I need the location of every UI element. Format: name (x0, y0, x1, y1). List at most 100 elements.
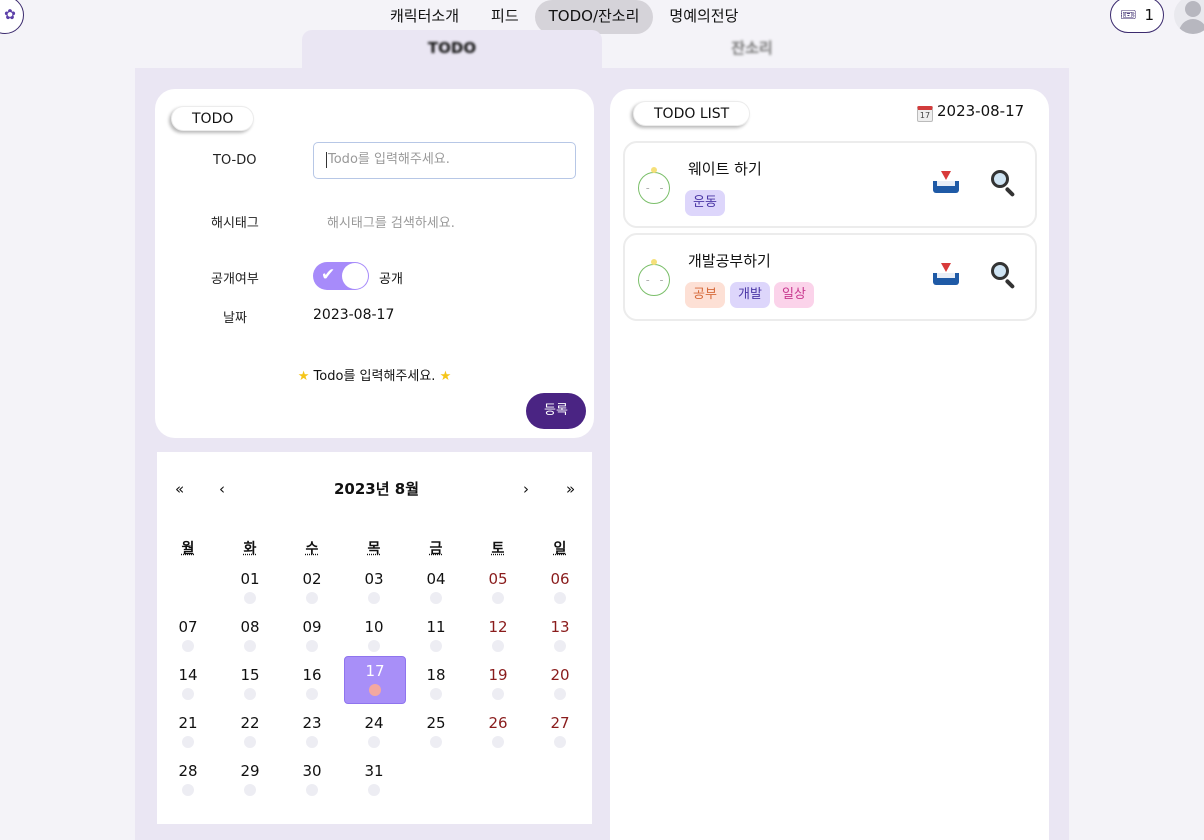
calendar-day[interactable]: 18 (405, 661, 467, 707)
calendar-weekday: 목 (367, 541, 381, 557)
logo-button[interactable]: ✿ (0, 0, 24, 34)
register-button[interactable]: 등록 (526, 393, 586, 429)
calendar-day-dot (182, 736, 194, 748)
calendar-day[interactable]: 04 (405, 565, 467, 611)
calendar-next-month-button[interactable]: › (523, 480, 529, 498)
nav-item-hall-of-fame[interactable]: 명예의전당 (653, 0, 754, 34)
calendar-day[interactable]: 31 (343, 757, 405, 803)
tab-todo[interactable]: TODO (302, 30, 602, 70)
calendar-day[interactable]: 25 (405, 709, 467, 755)
calendar-next-year-button[interactable]: » (566, 480, 575, 498)
calendar-day-dot (430, 592, 442, 604)
todo-item[interactable]: – – 개발공부하기 공부 개발 일상 (623, 233, 1037, 321)
calendar-day[interactable]: 26 (467, 709, 529, 755)
calendar-day[interactable]: 12 (467, 613, 529, 659)
avatar-body-shape (1179, 19, 1204, 34)
hashtag-badge: 운동 (685, 190, 725, 216)
calendar-day[interactable]: 01 (219, 565, 281, 611)
todo-list-date-text: 2023-08-17 (937, 102, 1025, 120)
calendar-day-number: 22 (240, 714, 260, 732)
calendar-day[interactable]: 29 (219, 757, 281, 803)
tab-todo-label: TODO (427, 39, 477, 57)
calendar-day-dot (368, 784, 380, 796)
search-icon[interactable] (991, 262, 1017, 290)
calendar-day[interactable]: 19 (467, 661, 529, 707)
calendar-day-dot (244, 592, 256, 604)
hashtag-badge: 일상 (774, 282, 814, 308)
calendar-day-dot (182, 688, 194, 700)
calendar-day-number: 24 (364, 714, 384, 732)
inbox-icon[interactable] (933, 263, 959, 287)
calendar-day[interactable]: 24 (343, 709, 405, 755)
calendar-day[interactable]: 11 (405, 613, 467, 659)
public-toggle[interactable]: ✔ (313, 262, 369, 290)
calendar-day-number: 26 (488, 714, 508, 732)
inbox-icon[interactable] (933, 171, 959, 195)
calendar-day-dot (306, 592, 318, 604)
calendar-day-dot (492, 736, 504, 748)
date-value: 2023-08-17 (313, 307, 395, 323)
calendar-day[interactable]: 17 (344, 656, 406, 704)
calendar-day-dot (368, 592, 380, 604)
calendar-weekday: 일 (553, 541, 567, 557)
calendar-prev-month-button[interactable]: ‹ (219, 480, 225, 498)
calendar-day-dot (306, 640, 318, 652)
avatar[interactable] (1174, 0, 1204, 34)
nav-item-feed[interactable]: 피드 (475, 0, 535, 34)
calendar-title: 2023년 8월 (334, 480, 420, 498)
calendar-day[interactable]: 10 (343, 613, 405, 659)
form-hint: ★ Todo를 입력해주세요. ★ (155, 365, 594, 384)
calendar-day[interactable]: 20 (529, 661, 591, 707)
search-icon[interactable] (991, 170, 1017, 198)
ticket-button[interactable]: 🎟 1 (1110, 0, 1164, 33)
todo-item[interactable]: – – 웨이트 하기 운동 (623, 141, 1037, 228)
calendar-day[interactable]: 08 (219, 613, 281, 659)
calendar-day[interactable]: 27 (529, 709, 591, 755)
calendar-weekday: 수 (305, 541, 319, 557)
star-icon: ★ (297, 369, 310, 384)
tab-jansori[interactable]: 잔소리 (602, 30, 902, 70)
calendar-day[interactable]: 14 (157, 661, 219, 707)
calendar-day[interactable]: 06 (529, 565, 591, 611)
calendar-day[interactable]: 23 (281, 709, 343, 755)
calendar-day[interactable]: 15 (219, 661, 281, 707)
calendar-day[interactable]: 28 (157, 757, 219, 803)
calendar-day[interactable]: 09 (281, 613, 343, 659)
nav-item-characters[interactable]: 캐릭터소개 (374, 0, 475, 34)
calendar-day-number: 01 (240, 570, 260, 588)
todo-section-label: TODO (171, 106, 255, 131)
calendar-day-number: 04 (426, 570, 446, 588)
calendar-weekday: 금 (429, 541, 443, 557)
calendar-day-number: 28 (178, 762, 198, 780)
calendar-prev-year-button[interactable]: « (175, 480, 184, 498)
calendar-day[interactable]: 03 (343, 565, 405, 611)
calendar-day[interactable]: 05 (467, 565, 529, 611)
calendar-day[interactable]: 02 (281, 565, 343, 611)
calendar-day-dot (554, 736, 566, 748)
calendar-day[interactable]: 30 (281, 757, 343, 803)
calendar-day-dot (306, 784, 318, 796)
calendar-day-number: 06 (550, 570, 570, 588)
todo-input[interactable]: Todo를 입력해주세요. (313, 142, 576, 179)
calendar-day-number: 10 (364, 618, 384, 636)
calendar-day-dot (554, 640, 566, 652)
sprout-avatar-icon: – – (638, 259, 670, 296)
text-caret (326, 151, 327, 168)
hashtag-search-input[interactable]: 해시태그를 검색하세요. (327, 212, 455, 231)
calendar-day-number: 30 (302, 762, 322, 780)
calendar-day-number: 03 (364, 570, 384, 588)
calendar-day-number: 25 (426, 714, 446, 732)
calendar-day[interactable]: 21 (157, 709, 219, 755)
nav-item-todo[interactable]: TODO/잔소리 (534, 0, 654, 34)
calendar-day[interactable]: 13 (529, 613, 591, 659)
calendar-day-number: 12 (488, 618, 508, 636)
calendar-day[interactable]: 22 (219, 709, 281, 755)
calendar-day[interactable]: 16 (281, 661, 343, 707)
calendar-day-number: 18 (426, 666, 446, 684)
calendar-day[interactable]: 07 (157, 613, 219, 659)
calendar-day-number: 29 (240, 762, 260, 780)
calendar-day-number: 08 (240, 618, 260, 636)
calendar-day-dot (182, 784, 194, 796)
nav-menu: 캐릭터소개 피드 TODO/잔소리 명예의전당 (374, 0, 754, 34)
date-field-label: 날짜 (223, 311, 247, 326)
